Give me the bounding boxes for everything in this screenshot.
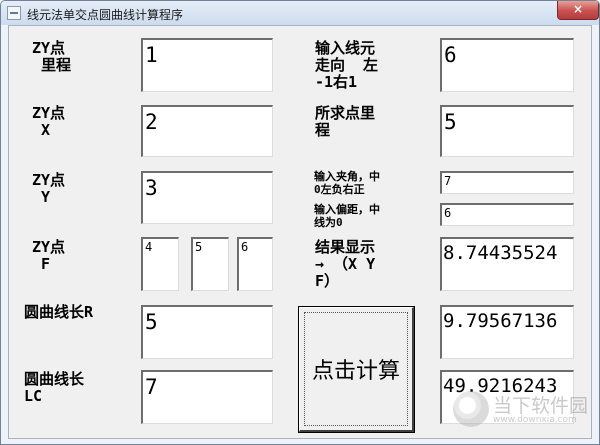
window-title: 线元法单交点圆曲线计算程序 [27, 8, 184, 22]
watermark-url: www.downxia.com [493, 415, 577, 425]
calculate-button-label: 点击计算 [311, 359, 400, 384]
label-result-display: 结果显示 → （X Y F） [315, 238, 376, 290]
watermark-logo-icon [453, 391, 489, 427]
direction-input[interactable]: 6 [440, 38, 574, 92]
zy-y-input[interactable]: 3 [141, 171, 273, 224]
calculate-button[interactable]: 点击计算 [298, 306, 415, 433]
arc-length-r-input[interactable]: 5 [141, 305, 273, 359]
close-button[interactable]: × [557, 1, 599, 20]
title-bar[interactable]: 线元法单交点圆曲线计算程序 × [1, 1, 599, 25]
app-icon [7, 6, 21, 20]
target-mileage-input[interactable]: 5 [440, 105, 574, 157]
watermark: 当下软件园 www.downxia.com [453, 389, 593, 433]
label-zy-y: ZY点 Y [32, 171, 66, 206]
offset-input[interactable]: 6 [440, 203, 574, 226]
watermark-text: 当下软件园 [493, 395, 589, 417]
label-offset-input: 输入偏距，中 线为0 [314, 203, 380, 229]
label-target-mileage: 所求点里 程 [315, 104, 376, 139]
label-zy-f: ZY点 F [32, 238, 66, 273]
app-window: 线元法单交点圆曲线计算程序 × ZY点 里程 ZY点 X ZY点 Y ZY点 F… [0, 0, 600, 445]
result-x-field[interactable]: 8.74435524 [440, 237, 574, 291]
label-arc-length-r: 圆曲线长R [24, 303, 94, 321]
label-direction: 输入线元 走向 左 -1右1 [315, 39, 379, 91]
label-zy-x: ZY点 X [32, 104, 66, 139]
arc-length-lc-input[interactable]: 7 [141, 370, 273, 424]
label-zy-mileage: ZY点 里程 [32, 39, 72, 74]
label-angle-input: 输入夹角，中 0左负右正 [314, 170, 380, 196]
zy-x-input[interactable]: 2 [141, 105, 273, 157]
angle-input[interactable]: 7 [440, 171, 574, 194]
zy-f-input-2[interactable]: 5 [191, 237, 229, 291]
result-y-field[interactable]: 9.79567136 [440, 305, 574, 359]
zy-mileage-input[interactable]: 1 [141, 38, 273, 92]
label-arc-length-lc: 圆曲线长 LC [24, 370, 85, 405]
zy-f-input-1[interactable]: 4 [141, 237, 179, 291]
zy-f-input-3[interactable]: 6 [237, 237, 273, 291]
